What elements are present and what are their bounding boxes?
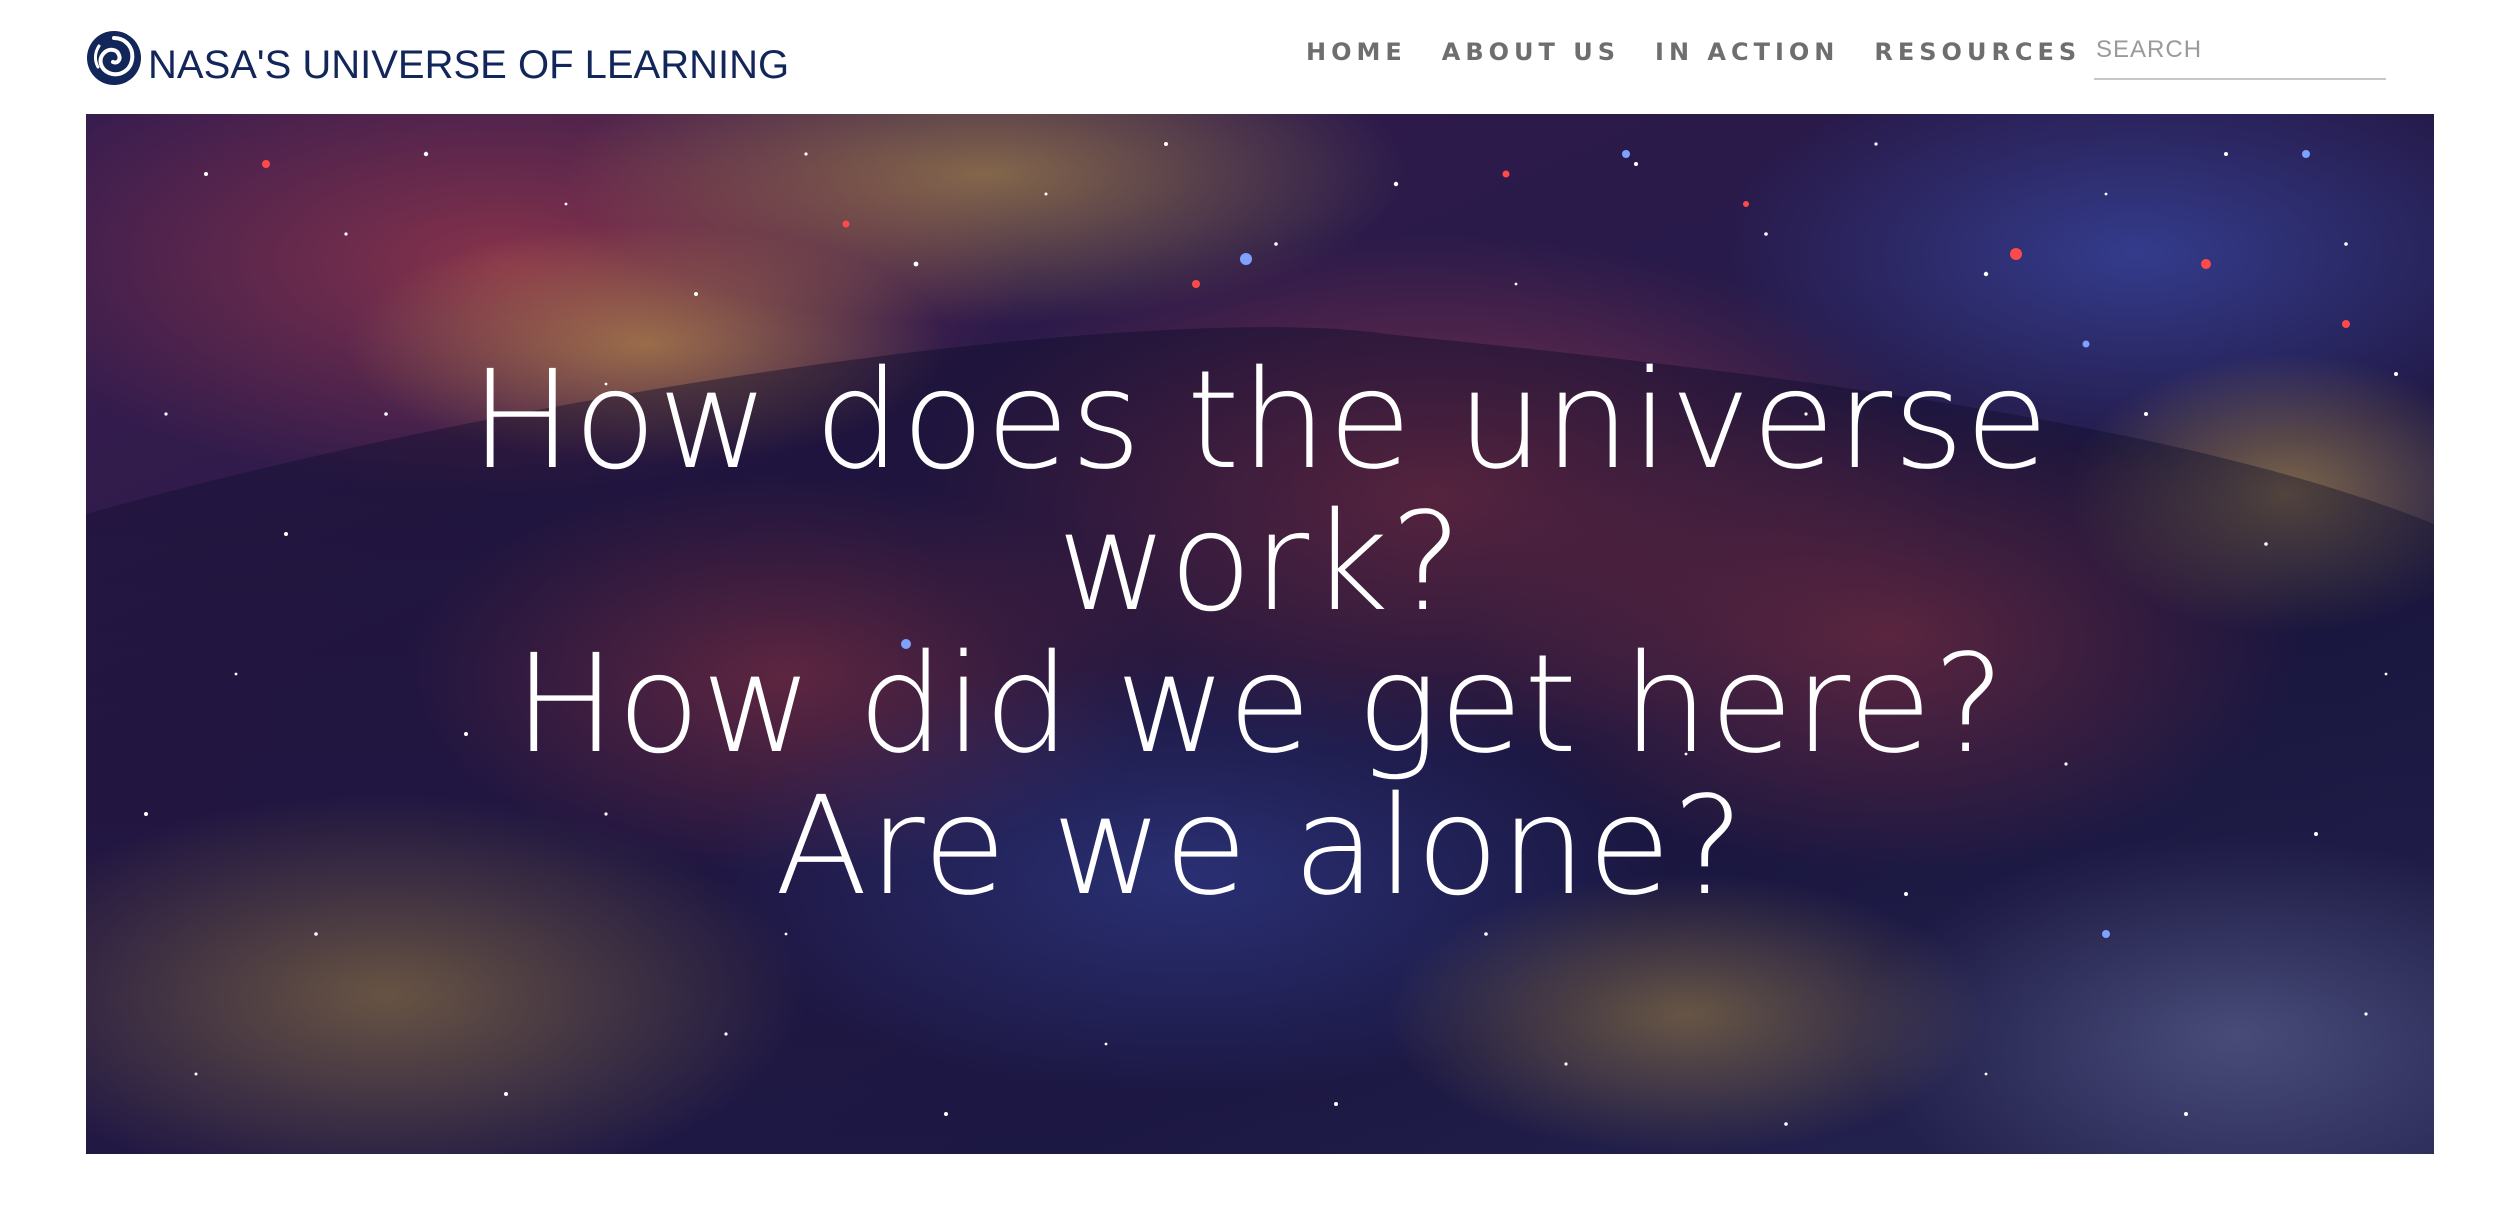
hero-line-2: work? xyxy=(1056,484,1464,642)
search-box xyxy=(2094,28,2386,80)
site-header: NASA'S UNIVERSE OF LEARNING HOME ABOUT U… xyxy=(0,0,2520,114)
nav-about-us[interactable]: ABOUT US xyxy=(1442,38,1620,66)
hero-headline: How does the universe work? How did we g… xyxy=(86,350,2434,918)
nav-in-action[interactable]: IN ACTION xyxy=(1655,38,1839,66)
search-input[interactable] xyxy=(2094,28,2386,72)
hero-banner: How does the universe work? How did we g… xyxy=(86,114,2434,1154)
page: NASA'S UNIVERSE OF LEARNING HOME ABOUT U… xyxy=(0,0,2520,1210)
site-logo-link[interactable]: NASA'S UNIVERSE OF LEARNING xyxy=(86,26,789,90)
hero-line-3: How did we get here? xyxy=(513,626,2007,784)
hero-line-1: How does the universe xyxy=(470,342,2050,500)
galaxy-spiral-icon xyxy=(87,31,141,85)
brand-name: NASA'S UNIVERSE OF LEARNING xyxy=(148,42,790,87)
nav-home[interactable]: HOME xyxy=(1306,38,1407,66)
hero-line-4: Are we alone? xyxy=(774,768,1746,926)
nav-resources[interactable]: RESOURCES xyxy=(1874,38,2081,66)
main-nav: HOME ABOUT US IN ACTION RESOURCES xyxy=(1306,38,2081,66)
